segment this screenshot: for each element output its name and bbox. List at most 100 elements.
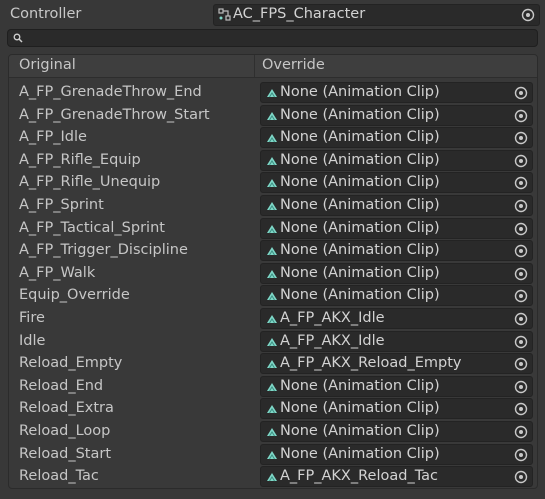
table-row: Reload_Empty A_FP_AKX_Reload_Empty xyxy=(9,352,537,375)
object-picker-icon[interactable] xyxy=(513,221,529,237)
override-clip-field[interactable]: None (Animation Clip) xyxy=(260,217,533,239)
override-clip-value: None (Animation Clip) xyxy=(280,84,440,100)
object-picker-icon[interactable] xyxy=(513,85,529,101)
original-clip-name: A_FP_Walk xyxy=(19,264,96,281)
animator-controller-icon xyxy=(218,8,231,21)
override-clip-field[interactable]: None (Animation Clip) xyxy=(260,127,533,149)
object-picker-icon[interactable] xyxy=(513,130,529,146)
object-picker-icon[interactable] xyxy=(513,198,529,214)
object-picker-icon[interactable] xyxy=(513,311,529,327)
override-clip-value: None (Animation Clip) xyxy=(280,377,440,394)
original-clip-name: A_FP_Trigger_Discipline xyxy=(19,242,188,259)
original-clip-name: A_FP_Rifle_Equip xyxy=(19,151,141,168)
override-clip-field[interactable]: A_FP_AKX_Reload_Tac xyxy=(260,466,533,488)
controller-field[interactable]: AC_FPS_Character xyxy=(213,4,540,26)
object-picker-icon[interactable] xyxy=(513,266,529,282)
controller-row: Controller AC_FPS_Character xyxy=(0,0,545,30)
override-clip-value: None (Animation Clip) xyxy=(280,151,440,168)
object-picker-icon[interactable] xyxy=(513,424,529,440)
override-clip-field[interactable]: A_FP_AKX_Idle xyxy=(260,307,533,329)
override-clip-field[interactable]: None (Animation Clip) xyxy=(260,375,533,397)
table-row: Reload_Start None (Animation Clip) xyxy=(9,443,537,466)
column-header-override: Override xyxy=(262,57,325,73)
override-clip-field[interactable]: None (Animation Clip) xyxy=(260,420,533,442)
animation-clip-icon xyxy=(267,201,277,211)
object-picker-icon[interactable] xyxy=(513,108,529,124)
object-picker-icon[interactable] xyxy=(513,356,529,372)
overrides-table: Original Override A_FP_GrenadeThrow_End N… xyxy=(8,54,538,489)
original-clip-name: Reload_End xyxy=(19,377,104,394)
column-divider[interactable] xyxy=(254,55,255,77)
original-clip-name: A_FP_GrenadeThrow_End xyxy=(19,84,202,100)
animation-clip-icon xyxy=(267,247,277,256)
object-picker-icon[interactable] xyxy=(513,175,529,191)
original-clip-name: A_FP_Rifle_Unequip xyxy=(19,174,161,191)
original-clip-name: Reload_Tac xyxy=(19,468,99,485)
table-rows: A_FP_GrenadeThrow_End None (Animation Cli… xyxy=(9,81,537,488)
table-row: Reload_End None (Animation Clip) xyxy=(9,375,537,398)
animation-clip-icon xyxy=(267,314,277,324)
animation-clip-icon xyxy=(267,224,277,233)
override-clip-value: A_FP_AKX_Reload_Empty xyxy=(280,355,462,372)
original-clip-name: Reload_Empty xyxy=(19,355,123,372)
override-clip-field[interactable]: None (Animation Clip) xyxy=(260,285,533,307)
override-clip-field[interactable]: None (Animation Clip) xyxy=(260,104,533,126)
object-picker-icon[interactable] xyxy=(513,288,529,304)
table-row: A_FP_Rifle_Unequip None (Animation Clip) xyxy=(9,171,537,194)
object-picker-icon[interactable] xyxy=(513,469,529,485)
override-clip-field[interactable]: None (Animation Clip) xyxy=(260,398,533,420)
override-clip-field[interactable]: None (Animation Clip) xyxy=(260,262,533,284)
original-clip-name: Idle xyxy=(19,332,46,349)
object-picker-icon[interactable] xyxy=(513,243,529,259)
table-row: A_FP_Walk None (Animation Clip) xyxy=(9,262,537,285)
original-clip-name: A_FP_Sprint xyxy=(19,196,104,213)
table-row: Reload_Tac A_FP_AKX_Reload_Tac xyxy=(9,465,537,488)
override-clip-field[interactable]: None (Animation Clip) xyxy=(260,172,533,194)
animation-clip-icon xyxy=(267,292,277,301)
original-clip-name: Reload_Loop xyxy=(19,422,111,439)
override-clip-value: A_FP_AKX_Idle xyxy=(280,309,385,326)
animation-clip-icon xyxy=(267,405,277,414)
override-clip-field[interactable]: None (Animation Clip) xyxy=(260,82,533,103)
override-clip-field[interactable]: A_FP_AKX_Reload_Empty xyxy=(260,353,533,375)
table-row: Idle A_FP_AKX_Idle xyxy=(9,330,537,353)
override-clip-value: None (Animation Clip) xyxy=(280,287,440,304)
object-picker-icon[interactable] xyxy=(513,379,529,395)
table-row: Reload_Extra None (Animation Clip) xyxy=(9,397,537,420)
original-clip-name: A_FP_Idle xyxy=(19,129,87,146)
object-picker-icon[interactable] xyxy=(513,334,529,350)
animation-clip-icon xyxy=(267,337,277,346)
override-clip-field[interactable]: None (Animation Clip) xyxy=(260,240,533,262)
animation-clip-icon xyxy=(267,450,277,459)
search-input[interactable] xyxy=(7,29,538,47)
table-row: A_FP_Trigger_Discipline None (Animation C… xyxy=(9,239,537,262)
override-clip-field[interactable]: None (Animation Clip) xyxy=(260,443,533,465)
column-header-original: Original xyxy=(19,57,76,73)
override-clip-value: A_FP_AKX_Idle xyxy=(280,332,385,349)
object-picker-icon[interactable] xyxy=(513,153,529,169)
controller-value: AC_FPS_Character xyxy=(233,6,366,22)
animation-clip-icon xyxy=(267,134,277,143)
original-clip-name: Equip_Override xyxy=(19,287,130,304)
object-picker-icon[interactable] xyxy=(520,7,536,23)
override-clip-value: None (Animation Clip) xyxy=(280,174,440,191)
override-clip-field[interactable]: A_FP_AKX_Idle xyxy=(260,330,533,352)
object-picker-icon[interactable] xyxy=(513,401,529,417)
override-clip-field[interactable]: None (Animation Clip) xyxy=(260,194,533,216)
table-row: A_FP_GrenadeThrow_End None (Animation Cli… xyxy=(9,81,537,104)
override-clip-value: None (Animation Clip) xyxy=(280,129,440,146)
override-clip-value: None (Animation Clip) xyxy=(280,422,440,439)
animation-clip-icon xyxy=(267,382,277,391)
object-picker-icon[interactable] xyxy=(513,447,529,463)
animation-clip-icon xyxy=(267,89,277,98)
animation-clip-icon xyxy=(267,427,277,437)
table-header: Original Override xyxy=(9,55,537,78)
original-clip-name: Fire xyxy=(19,309,45,326)
table-row: A_FP_Tactical_Sprint None (Animation Clip… xyxy=(9,217,537,240)
table-row: A_FP_Idle None (Animation Clip) xyxy=(9,126,537,149)
animation-clip-icon xyxy=(267,473,277,482)
table-row: A_FP_Sprint None (Animation Clip) xyxy=(9,194,537,217)
override-clip-field[interactable]: None (Animation Clip) xyxy=(260,149,533,171)
original-clip-name: Reload_Extra xyxy=(19,400,114,417)
animation-clip-icon xyxy=(267,111,277,120)
